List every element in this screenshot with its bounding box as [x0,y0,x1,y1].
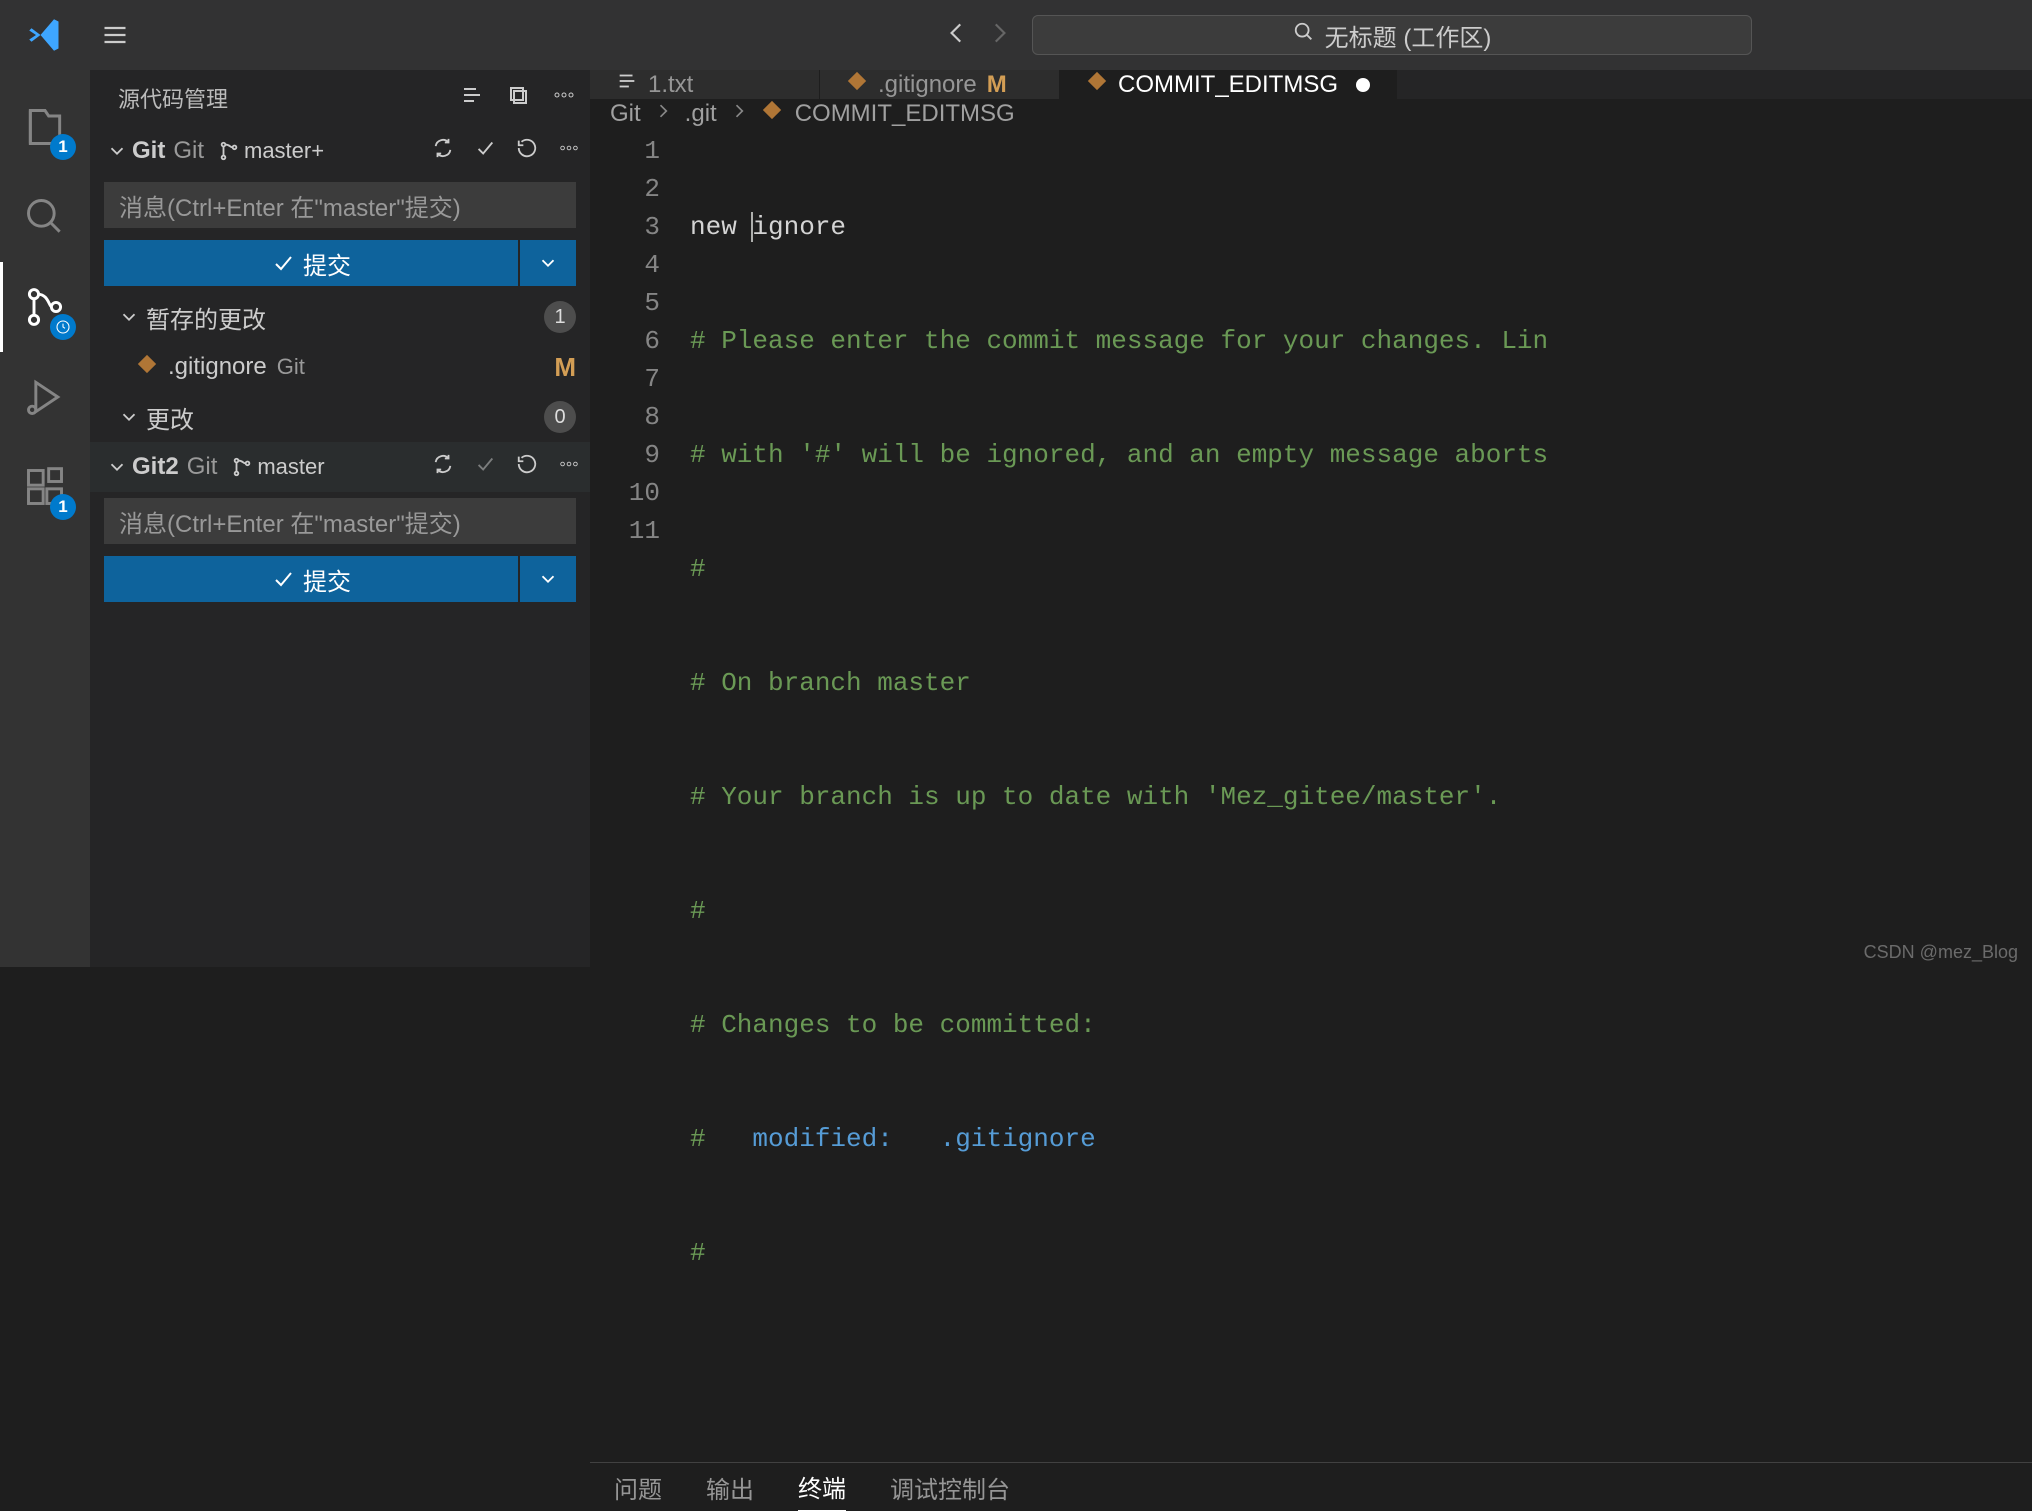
commit-message-input[interactable]: 消息(Ctrl+Enter 在"master"提交) [104,182,576,228]
breadcrumb[interactable]: Git .git COMMIT_EDITMSG [590,99,2032,128]
chevron-down-icon [118,306,140,328]
collapse-repos-icon[interactable] [506,83,530,113]
activity-search[interactable] [0,172,90,262]
git-file-icon [761,99,783,128]
workspace-title: 无标题 (工作区) [1325,18,1492,53]
file-status: M [554,352,576,383]
tab-label: .gitignore [878,71,977,99]
commit-dropdown[interactable] [520,556,576,602]
branch-indicator[interactable]: master [231,454,324,480]
commit-dropdown[interactable] [520,240,576,286]
repo-name: Git2 [132,453,179,481]
editor-tab[interactable]: .gitignore M [820,70,1060,99]
file-lines-icon [616,70,638,99]
scm-group-changes[interactable]: 更改 0 [90,392,590,442]
watermark-text: CSDN @mez_Blog [1864,942,2018,963]
panel-tab-debug[interactable]: 调试控制台 [890,1464,1010,1511]
scm-clock-badge-icon [50,314,76,340]
scm-provider-row[interactable]: Git Git master+ [90,126,590,176]
dirty-dot-icon [1356,78,1370,92]
group-label: 暂存的更改 [146,300,266,335]
more-icon[interactable] [558,453,580,482]
hamburger-menu-icon[interactable] [90,21,140,49]
sync-icon[interactable] [432,453,454,482]
group-count: 1 [544,301,576,333]
git-file-icon [1086,70,1108,99]
tab-label: COMMIT_EDITMSG [1118,71,1338,99]
scm-provider-row[interactable]: Git2 Git master [90,442,590,492]
group-label: 更改 [146,400,194,435]
commit-button[interactable]: 提交 [104,556,518,602]
activity-debug[interactable] [0,352,90,442]
file-name: .gitignore [168,353,267,381]
chevron-down-icon [118,406,140,428]
refresh-icon[interactable] [516,137,538,166]
commit-button[interactable]: 提交 [104,240,518,286]
chevron-down-icon [106,456,132,478]
search-icon [1293,21,1315,50]
commit-icon[interactable] [474,453,496,482]
more-actions-icon[interactable] [552,83,576,113]
sync-icon[interactable] [432,137,454,166]
activity-explorer[interactable]: 1 [0,82,90,172]
panel-tab-problems[interactable]: 问题 [614,1464,662,1511]
panel-tab-output[interactable]: 输出 [706,1464,754,1511]
scm-group-staged[interactable]: 暂存的更改 1 [90,292,590,342]
nav-back-icon[interactable] [944,20,970,51]
group-count: 0 [544,401,576,433]
editor-tab[interactable]: COMMIT_EDITMSG [1060,70,1397,99]
activity-extensions[interactable]: 1 [0,442,90,532]
repo-type: Git [187,453,218,481]
more-icon[interactable] [558,137,580,166]
scm-sidebar: 源代码管理 Git Git master+ 消息(Ct [90,70,590,967]
code-editor[interactable]: 1234567891011 new ignore # Please enter … [590,128,2032,1462]
view-as-list-icon[interactable] [460,83,484,113]
chevron-down-icon [106,140,132,162]
panel-tab-terminal[interactable]: 终端 [798,1463,846,1511]
editor-tab[interactable]: 1.txt [590,70,820,99]
scm-file-row[interactable]: .gitignore Git M [90,342,590,392]
tab-label: 1.txt [648,71,693,99]
branch-indicator[interactable]: master+ [218,138,324,164]
editor-content[interactable]: new ignore # Please enter the commit mes… [690,128,2032,1462]
refresh-icon[interactable] [516,453,538,482]
line-numbers: 1234567891011 [590,128,690,1462]
title-bar: 无标题 (工作区) [0,0,2032,70]
tab-modified-flag: M [987,71,1007,99]
file-location: Git [277,354,305,380]
panel-tabs: 问题 输出 终端 调试控制台 [590,1462,2032,1511]
file-icon [136,353,158,382]
repo-name: Git [132,137,165,165]
vscode-logo-icon [0,17,90,53]
extensions-badge: 1 [50,494,76,520]
commit-icon[interactable] [474,137,496,166]
nav-forward-icon [986,20,1012,51]
activity-scm[interactable] [0,262,90,352]
editor-tabs: 1.txt .gitignore M COMMIT_EDITMSG [590,70,2032,99]
activity-bar: 1 1 [0,70,90,967]
command-center[interactable]: 无标题 (工作区) [1032,15,1752,55]
commit-message-input[interactable]: 消息(Ctrl+Enter 在"master"提交) [104,498,576,544]
explorer-badge: 1 [50,134,76,160]
sidebar-title: 源代码管理 [118,82,228,114]
repo-type: Git [173,137,204,165]
editor-area: 1.txt .gitignore M COMMIT_EDITMSG Git .g… [590,70,2032,967]
git-file-icon [846,70,868,99]
